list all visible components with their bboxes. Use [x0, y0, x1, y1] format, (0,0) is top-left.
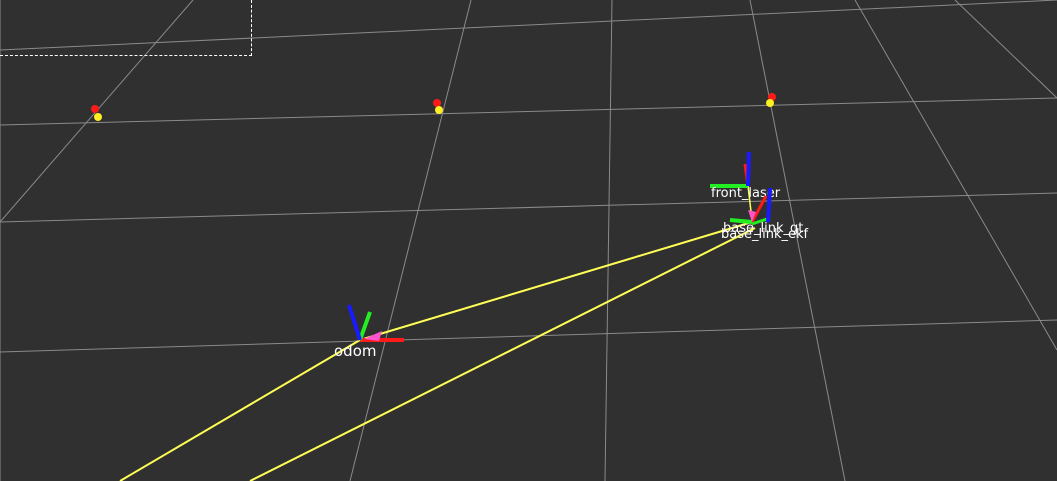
grid-line: [0, 192, 1057, 223]
frame-label-base-link-ekf: base_link_ekf: [721, 227, 809, 242]
tf-frame-odom[interactable]: odom: [334, 304, 404, 360]
y-axis: [358, 311, 372, 341]
grid-line: [954, 0, 1057, 99]
grid-line: [0, 319, 1057, 353]
z-axis: [746, 151, 751, 187]
scene-canvas[interactable]: odom front_laser base_link_gt base_link_…: [0, 0, 1057, 481]
tf-link-world-to-odom: [119, 339, 361, 481]
tf-link-odom-to-base-link-ekf: [359, 221, 753, 341]
selection-box: [0, 0, 252, 56]
ground-grid: [0, 0, 1057, 481]
grid-line: [604, 0, 613, 481]
z-axis: [766, 187, 772, 223]
grid-line: [854, 0, 1057, 351]
tf-link-world-to-base-link-gt: [249, 227, 756, 481]
z-axis: [347, 304, 362, 341]
tf-frame-base-link-ekf[interactable]: base_link_ekf: [721, 227, 809, 242]
frame-label-odom: odom: [334, 342, 377, 360]
grid-line: [349, 0, 472, 481]
tf-links: [119, 185, 756, 481]
markers: [91, 93, 776, 121]
grid-line: [0, 97, 1057, 126]
marker-center[interactable]: [433, 99, 443, 114]
rviz-3d-viewport[interactable]: odom front_laser base_link_gt base_link_…: [0, 0, 1057, 481]
marker-left[interactable]: [91, 105, 102, 121]
